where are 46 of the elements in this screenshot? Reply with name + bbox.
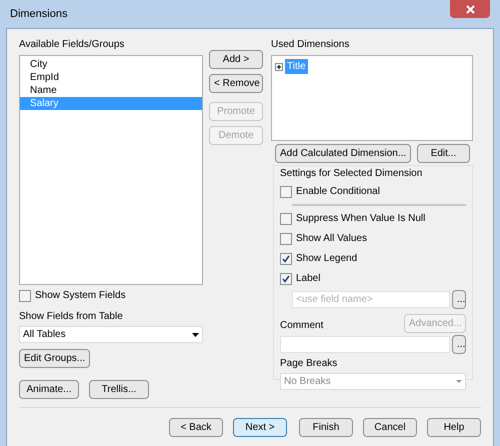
expand-icon[interactable] bbox=[275, 62, 283, 70]
checkbox[interactable] bbox=[280, 272, 292, 284]
checkbox-label: Show System Fields bbox=[35, 289, 126, 303]
table-dropdown[interactable]: All Tables bbox=[19, 326, 203, 343]
checkbox-label: Show Legend bbox=[296, 252, 358, 266]
browse-button[interactable]: ... bbox=[452, 335, 466, 354]
footer-button[interactable]: < Back bbox=[169, 418, 223, 437]
checkbox[interactable] bbox=[280, 212, 292, 224]
action-button[interactable]: Animate... bbox=[19, 380, 79, 399]
close-button[interactable] bbox=[450, 0, 490, 18]
comment-field[interactable] bbox=[280, 336, 450, 353]
window-title: Dimensions bbox=[10, 6, 68, 22]
checkbox-label: Show All Values bbox=[296, 232, 367, 246]
checkmark-icon bbox=[282, 254, 290, 262]
footer-button[interactable]: Next > bbox=[233, 418, 287, 437]
footer-button[interactable]: Finish bbox=[299, 418, 353, 437]
checkbox-label: Label bbox=[296, 272, 320, 286]
field-label: Page Breaks bbox=[280, 357, 338, 371]
browse-button[interactable]: ... bbox=[452, 290, 466, 309]
list-button[interactable]: Add > bbox=[209, 50, 263, 69]
list-button[interactable]: < Remove bbox=[209, 74, 263, 93]
group-title: Settings for Selected Dimension bbox=[280, 167, 424, 181]
field-label: Used Dimensions bbox=[271, 38, 350, 52]
checkbox[interactable] bbox=[280, 232, 292, 244]
checkbox-label: Suppress When Value Is Null bbox=[296, 212, 426, 226]
action-button[interactable]: Edit Groups... bbox=[19, 349, 90, 368]
field-label: Show Fields from Table bbox=[19, 310, 124, 324]
list-item[interactable]: EmpId bbox=[20, 71, 202, 84]
list-item[interactable]: Name bbox=[20, 84, 202, 97]
field-label: Available Fields/Groups bbox=[19, 38, 126, 52]
checkbox[interactable] bbox=[280, 186, 292, 198]
dropdown-icon bbox=[456, 380, 462, 383]
checkmark-icon bbox=[282, 274, 290, 282]
footer-button[interactable]: Cancel bbox=[363, 418, 417, 437]
checkbox[interactable] bbox=[19, 290, 31, 302]
list-item[interactable]: City bbox=[20, 58, 202, 71]
checkbox-label: Enable Conditional bbox=[296, 185, 380, 199]
close-icon bbox=[466, 4, 474, 14]
dropdown-icon bbox=[192, 332, 199, 336]
action-button[interactable]: Add Calculated Dimension... bbox=[275, 144, 411, 163]
footer-button[interactable]: Help bbox=[427, 418, 481, 437]
checkbox[interactable] bbox=[280, 252, 292, 264]
action-button[interactable]: Edit... bbox=[417, 144, 470, 163]
field-label: Comment bbox=[280, 319, 324, 333]
label-field[interactable]: <use field name> bbox=[292, 291, 450, 308]
action-button[interactable]: Trellis... bbox=[89, 380, 149, 399]
